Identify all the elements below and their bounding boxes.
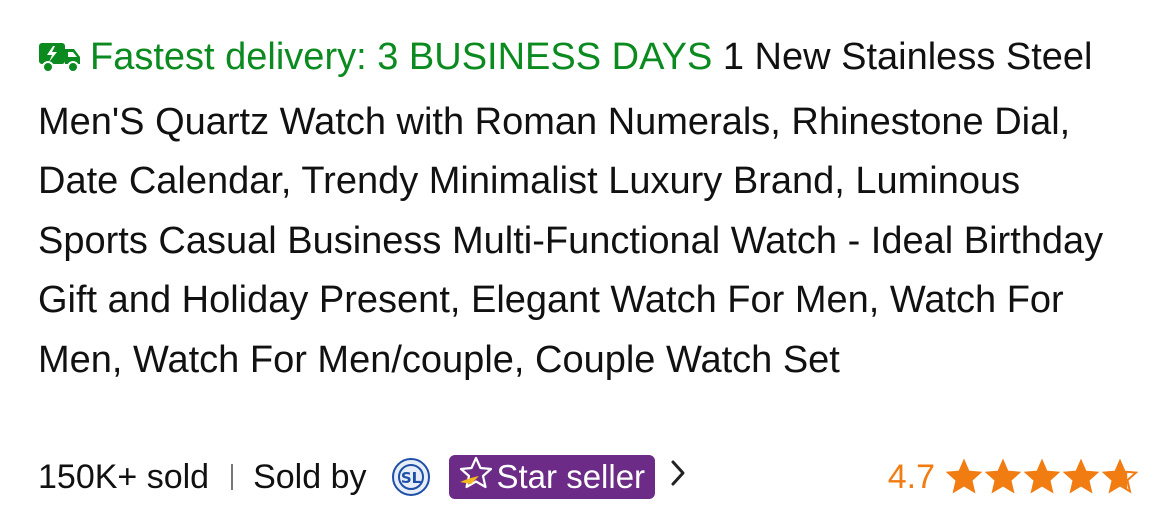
seller-logo-icon[interactable]: SL (391, 457, 431, 497)
product-title: 1 New Stainless Steel Men'S Quartz Watch… (38, 36, 1104, 381)
star-seller-icon (457, 456, 495, 498)
star-icon (1101, 458, 1139, 495)
star-icon (1062, 458, 1100, 495)
product-title-block: Fastest delivery: 3 BUSINESS DAYS 1 New … (38, 28, 1138, 390)
star-icon (945, 458, 983, 495)
delivery-label: Fastest delivery: 3 BUSINESS DAYS (90, 36, 713, 78)
sold-count: 150K+ sold (38, 457, 210, 496)
rating-value: 4.7 (887, 457, 935, 496)
rating-stars (943, 458, 1139, 495)
star-icon (984, 458, 1022, 495)
delivery-truck-icon (38, 33, 82, 93)
delivery-info: Fastest delivery: 3 BUSINESS DAYS (38, 36, 723, 78)
sold-by-label: Sold by (253, 457, 367, 496)
star-seller-badge[interactable]: Star seller (448, 455, 656, 499)
product-meta-row: 150K+ sold Sold by SL Star seller 4.7 (38, 452, 1139, 502)
chevron-right-icon[interactable] (669, 459, 687, 495)
divider (231, 464, 234, 490)
star-icon (1023, 458, 1061, 495)
svg-text:SL: SL (400, 469, 421, 487)
star-seller-label: Star seller (496, 458, 646, 495)
product-rating[interactable]: 4.7 (887, 457, 1139, 497)
